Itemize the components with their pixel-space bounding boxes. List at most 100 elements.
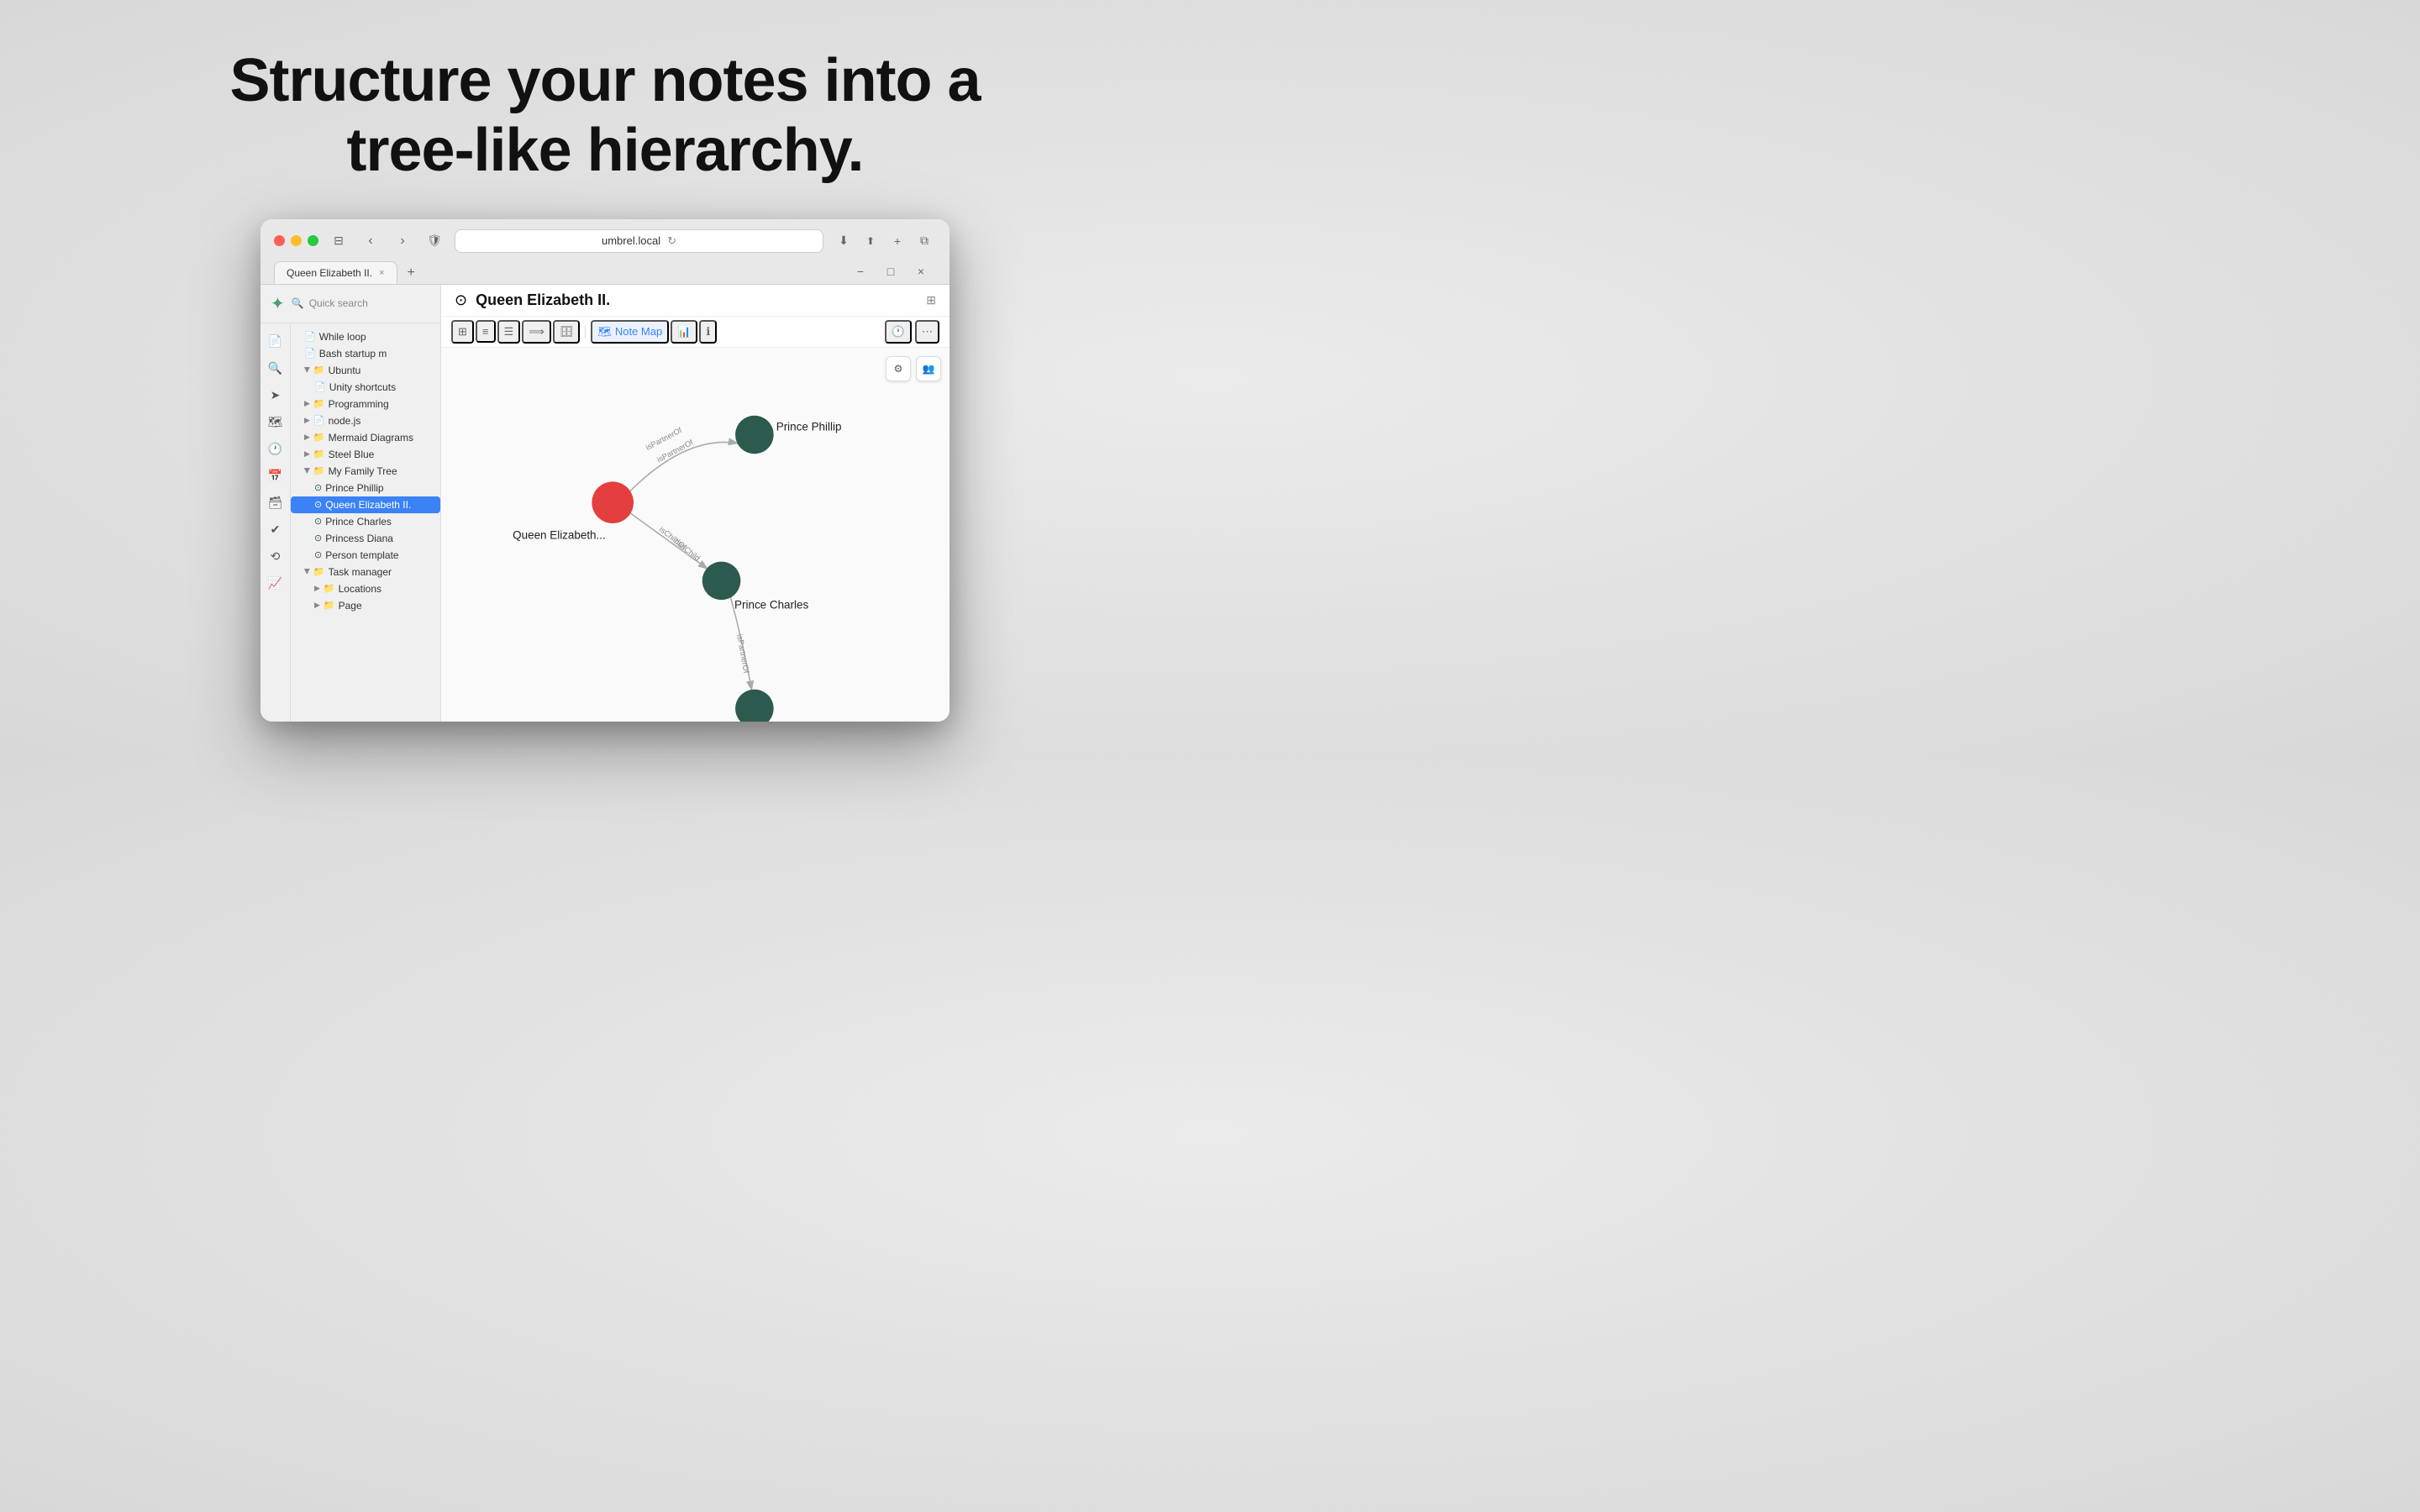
sidebar-toggle-button[interactable]: ⊟ [327, 232, 350, 250]
minimize-icon: − [857, 265, 864, 278]
download-button[interactable]: ⬇ [832, 232, 855, 250]
node-bottom[interactable] [735, 689, 774, 721]
tree-item-label: Mermaid Diagrams [329, 432, 413, 444]
toolbar-notemap-button[interactable]: 🗺 Note Map [591, 320, 669, 344]
tree-item-person-template[interactable]: ⊙ Person template [291, 547, 440, 564]
info-icon: ℹ [706, 325, 710, 339]
maximize-icon: □ [887, 265, 894, 278]
note-icon: ⊙ [314, 499, 322, 510]
node-label-phillip: Prince Phillip [776, 420, 842, 433]
toolbar-archive-button[interactable]: 🗄 [553, 320, 581, 344]
back-button[interactable]: ‹ [359, 232, 382, 250]
notes-icon[interactable]: 📄 [264, 330, 287, 354]
shield-icon: 🛡 [427, 234, 442, 248]
toolbar-more-button[interactable]: ⋯ [915, 320, 939, 344]
window-maximize-button[interactable]: □ [879, 262, 902, 281]
people-icon: 👥 [923, 363, 935, 375]
tree-item-label: Bash startup m [319, 348, 387, 360]
forward-icon: › [400, 234, 404, 249]
edge-label-ispartnerof-3: isPartnerOf [735, 633, 750, 674]
window-close-button[interactable]: × [909, 262, 933, 281]
shield-button[interactable]: 🛡 [423, 232, 446, 250]
toolbar-info-button[interactable]: ℹ [699, 320, 717, 344]
tree-arrow-icon: ▶ [302, 468, 312, 474]
node-queen-elizabeth[interactable] [592, 481, 634, 523]
todo-icon[interactable]: ✔ [264, 518, 287, 542]
tree-item-nodejs[interactable]: ▶ 📄 node.js [291, 412, 440, 429]
note-icon: 📄 [304, 348, 316, 359]
maximize-traffic-light[interactable] [308, 235, 318, 246]
tree-item-family-tree[interactable]: ▶ 📁 My Family Tree [291, 463, 440, 480]
tree-item-princess-diana[interactable]: ⊙ Princess Diana [291, 530, 440, 547]
tree-item-prince-phillip[interactable]: ⊙ Prince Phillip [291, 480, 440, 496]
note-icon: ⊙ [314, 516, 322, 527]
window-minimize-button[interactable]: − [849, 262, 872, 281]
note-titlebar: ⊙ Queen Elizabeth II. ⊞ [441, 285, 950, 317]
note-map[interactable]: ⚙ 👥 isPartnerOf isPa [441, 348, 950, 722]
toolbar-grid-button[interactable]: ⊞ [451, 320, 474, 344]
map-icon[interactable]: 🗺 [264, 411, 287, 434]
search-icon: 🔍 [292, 297, 304, 309]
tabs-button[interactable]: ⧉ [913, 232, 936, 250]
node-prince-charles[interactable] [702, 561, 741, 600]
archive-icon: 🗄 [560, 325, 574, 339]
expand-button[interactable]: ⊞ [926, 293, 936, 307]
url-bar[interactable]: umbrel.local ↻ [455, 229, 823, 253]
toolbar-chart-button[interactable]: 📊 [671, 320, 697, 344]
tree-item-page[interactable]: ▶ 📁 Page [291, 597, 440, 614]
toolbar-history-button[interactable]: 🕐 [885, 320, 912, 344]
tree-item-task-manager[interactable]: ▶ 📁 Task manager [291, 564, 440, 580]
note-icon: ⊙ [314, 549, 322, 560]
active-tab[interactable]: Queen Elizabeth II. × [274, 261, 397, 284]
toolbar-list-button[interactable]: ☰ [497, 320, 521, 344]
filter-map-button[interactable]: ⚙ [886, 356, 911, 381]
tree-item-prince-charles[interactable]: ⊙ Prince Charles [291, 513, 440, 530]
node-label-charles: Prince Charles [734, 598, 808, 611]
tree-item-mermaid[interactable]: ▶ 📁 Mermaid Diagrams [291, 429, 440, 446]
people-map-button[interactable]: 👥 [916, 356, 941, 381]
analytics-icon[interactable]: 📈 [264, 572, 287, 596]
minimize-traffic-light[interactable] [291, 235, 302, 246]
tree-item-bash-startup[interactable]: 📄 Bash startup m [291, 345, 440, 362]
browser-window: ⊟ ‹ › 🛡 umbrel.local ↻ ⬇ ⬆ [260, 219, 950, 722]
folder-icon: 📁 [313, 449, 325, 459]
sidebar: ✦ 🔍 Quick search 📄 🔍 ➤ 🗺 🕐 📅 🗃 ✔ [260, 285, 441, 722]
main-content: ⊙ Queen Elizabeth II. ⊞ ⊞ ≡ ☰ ⟹ [441, 285, 950, 722]
node-prince-phillip[interactable] [735, 415, 774, 454]
send-icon[interactable]: ➤ [264, 384, 287, 407]
toolbar-settings-button[interactable]: ≡ [476, 320, 496, 343]
tree-item-programming[interactable]: ▶ 📁 Programming [291, 396, 440, 412]
tab-label: Queen Elizabeth II. [287, 267, 372, 279]
archive-icon[interactable]: 🗃 [264, 491, 287, 515]
grid-icon: ⊞ [458, 325, 467, 339]
tabs-icon: ⧉ [920, 234, 929, 248]
close-traffic-light[interactable] [274, 235, 285, 246]
tree-arrow-icon: ▶ [304, 449, 310, 459]
notemap-icon: 🗺 [597, 325, 612, 339]
tree-item-label: Programming [329, 398, 389, 410]
tree-arrow-icon: ▶ [314, 601, 320, 610]
sidebar-toggle-icon: ⊟ [334, 234, 344, 248]
tree-item-label: node.js [329, 415, 361, 427]
calendar-icon[interactable]: 📅 [264, 465, 287, 488]
tree-item-while-loop[interactable]: 📄 While loop [291, 328, 440, 345]
share-button[interactable]: ⬆ [859, 232, 882, 250]
sync-icon[interactable]: ⟲ [264, 545, 287, 569]
tree-item-queen-elizabeth[interactable]: ⊙ Queen Elizabeth II. [291, 496, 440, 513]
tree-item-steel-blue[interactable]: ▶ 📁 Steel Blue [291, 446, 440, 463]
tree-item-unity-shortcuts[interactable]: 📄 Unity shortcuts [291, 379, 440, 396]
chart-icon: 📊 [677, 325, 691, 339]
forward-button[interactable]: › [391, 232, 414, 250]
toolbar-list2-button[interactable]: ⟹ [522, 320, 551, 344]
tab-close-button[interactable]: × [379, 268, 384, 278]
folder-icon: 📁 [324, 600, 335, 611]
tree-item-locations[interactable]: ▶ 📁 Locations [291, 580, 440, 597]
search-nav-icon[interactable]: 🔍 [264, 357, 287, 381]
tree-item-ubuntu[interactable]: ▶ 📁 Ubuntu [291, 362, 440, 379]
note-icon: 📄 [314, 381, 326, 392]
folder-icon: 📁 [313, 566, 325, 577]
new-tab-plus-button[interactable]: + [401, 262, 422, 284]
quick-search[interactable]: 🔍 Quick search [292, 297, 430, 309]
history-icon[interactable]: 🕐 [264, 438, 287, 461]
new-tab-button[interactable]: + [886, 232, 909, 250]
